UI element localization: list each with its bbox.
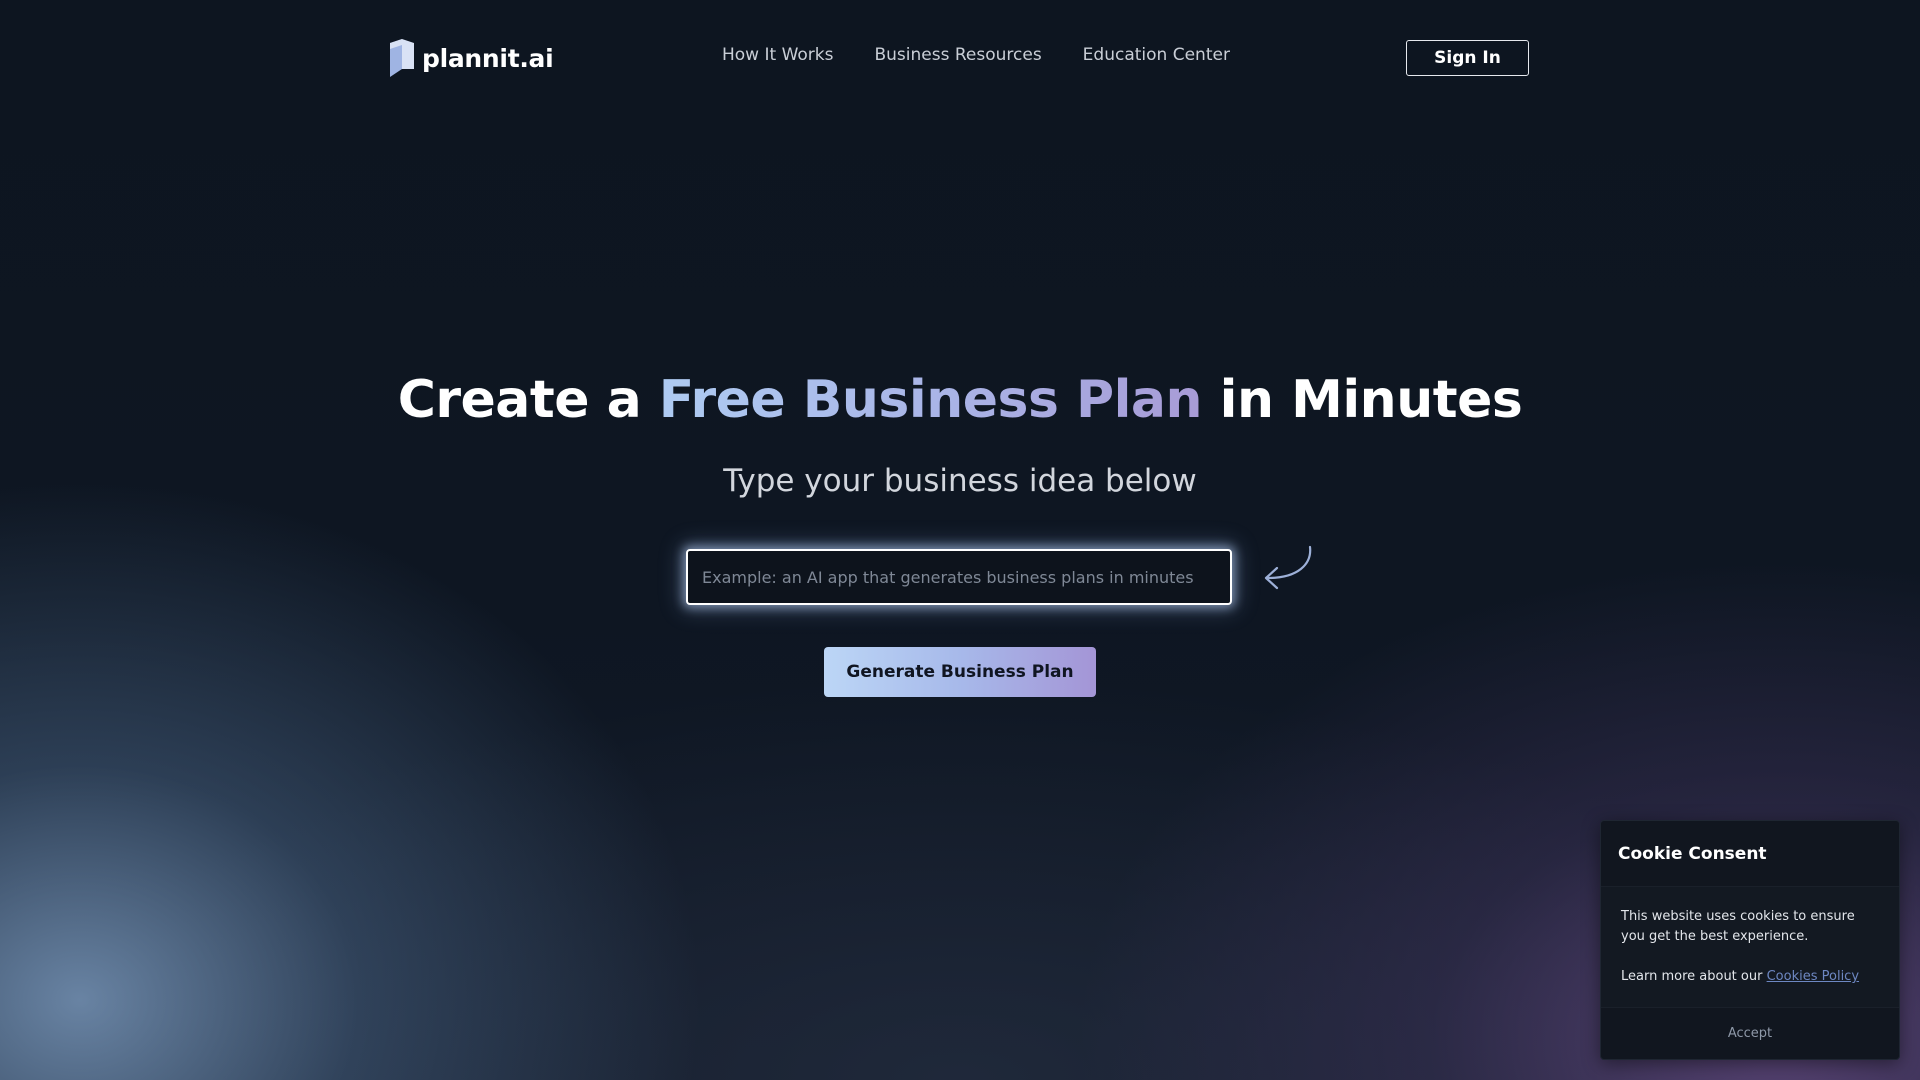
cookie-message: This website uses cookies to ensure you … (1621, 909, 1855, 944)
book-logo-icon (390, 39, 414, 77)
hero-title: Create a Free Business Plan in Minutes (0, 370, 1920, 430)
business-idea-input[interactable] (686, 549, 1232, 605)
cookie-header: Cookie Consent (1601, 821, 1899, 887)
brand-name: plannit.ai (422, 43, 554, 73)
hero-title-prefix: Create a (397, 370, 659, 430)
curved-arrow-icon (1264, 545, 1312, 590)
top-navigation: plannit.ai How It Works Business Resourc… (0, 0, 1920, 116)
cookie-consent-dialog: Cookie Consent This website uses cookies… (1600, 820, 1900, 1060)
hero-subtitle: Type your business idea below (723, 463, 1197, 499)
nav-link-how-it-works[interactable]: How It Works (722, 45, 833, 65)
generate-business-plan-button[interactable]: Generate Business Plan (824, 647, 1096, 697)
nav-links: How It Works Business Resources Educatio… (722, 45, 1230, 65)
cookie-learn-more: Learn more about our Cookies Policy (1621, 967, 1879, 987)
nav-link-education-center[interactable]: Education Center (1083, 45, 1230, 65)
hero-title-accent: Free Business Plan (658, 370, 1203, 430)
sign-in-button[interactable]: Sign In (1406, 40, 1529, 76)
accept-cookies-button[interactable]: Accept (1728, 1026, 1772, 1041)
brand-logo[interactable]: plannit.ai (390, 38, 554, 78)
hero-title-suffix: in Minutes (1202, 370, 1523, 430)
cookie-body: This website uses cookies to ensure you … (1601, 887, 1899, 1007)
cookie-learn-more-text: Learn more about our (1621, 969, 1767, 984)
cookie-title: Cookie Consent (1618, 843, 1767, 864)
nav-link-business-resources[interactable]: Business Resources (874, 45, 1041, 65)
cookies-policy-link[interactable]: Cookies Policy (1767, 969, 1859, 984)
cookie-footer: Accept (1601, 1007, 1899, 1059)
